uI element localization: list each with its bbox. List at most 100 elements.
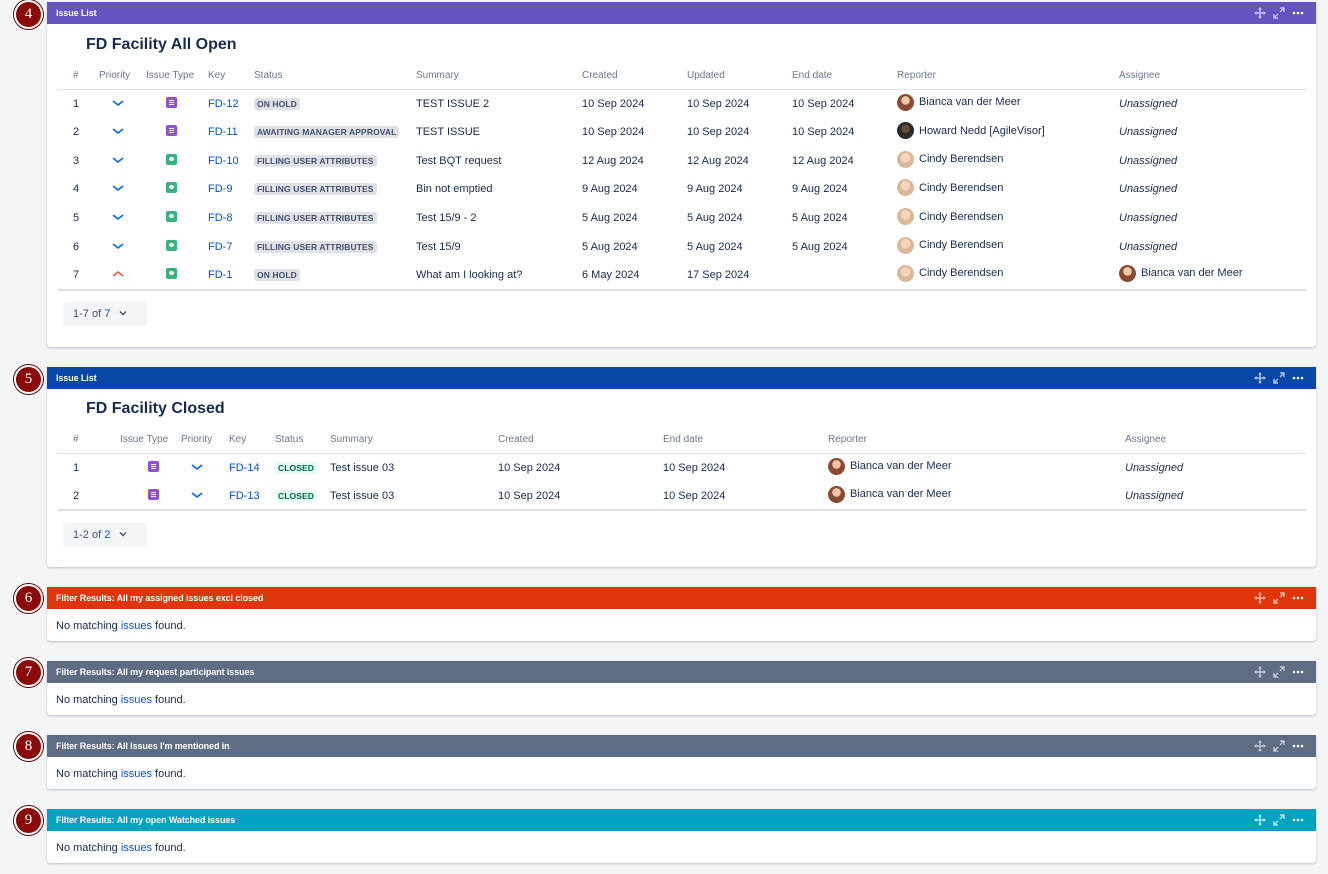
gadget-header[interactable]: Filter Results: All my open Watched issu… (47, 809, 1316, 831)
issues-link[interactable]: issues (121, 694, 152, 706)
column-header[interactable]: End date (792, 62, 897, 90)
reporter[interactable]: Bianca van der Meer (828, 485, 952, 503)
column-header[interactable]: # (57, 426, 120, 454)
issue-type-task-icon (166, 96, 177, 108)
issues-link[interactable]: issues (121, 768, 152, 780)
gadget-header[interactable]: Filter Results: All my assigned issues e… (47, 587, 1316, 609)
reporter[interactable]: Howard Nedd [AgileVisor] (897, 122, 1045, 140)
assignee[interactable]: Bianca van der Meer (1119, 264, 1243, 282)
row-number: 5 (73, 212, 80, 225)
gadget-header[interactable]: Issue List (47, 2, 1316, 24)
column-header[interactable]: Summary (416, 62, 582, 90)
reporter-cell: Cindy Berendsen (897, 261, 1119, 291)
issue-key-link[interactable]: FD-1 (208, 261, 254, 291)
column-header[interactable]: Created (582, 62, 687, 90)
reporter[interactable]: Bianca van der Meer (897, 93, 1021, 111)
avatar (897, 122, 914, 140)
table-row[interactable]: 2 FD-13 CLOSED Test issue 03 10 Sep 2024 10 S… (57, 481, 1306, 512)
issue-key-link[interactable]: FD-14 (229, 453, 275, 482)
column-header[interactable]: Status (275, 426, 330, 454)
more-icon[interactable] (1292, 666, 1304, 678)
summary: What am I looking at? (416, 261, 582, 291)
reporter[interactable]: Cindy Berendsen (897, 264, 1003, 282)
table-row[interactable]: 3 FD-10 FILLING USER ATTRIBUTES Test BQT re… (57, 146, 1306, 175)
more-icon[interactable] (1292, 7, 1304, 19)
column-header[interactable]: Reporter (828, 426, 1125, 454)
column-header[interactable]: End date (663, 426, 828, 454)
column-header[interactable]: Assignee (1119, 62, 1306, 90)
issue-key-link[interactable]: FD-7 (208, 232, 254, 261)
status-badge: FILLING USER ATTRIBUTES (254, 183, 377, 196)
column-header[interactable]: Priority (181, 426, 229, 454)
column-header[interactable]: # (57, 62, 99, 90)
issues-link[interactable]: issues (121, 620, 152, 632)
move-icon[interactable] (1254, 814, 1266, 826)
move-icon[interactable] (1254, 7, 1266, 19)
created-date: 10 Sep 2024 (498, 481, 663, 512)
reporter-cell: Bianca van der Meer (828, 481, 1125, 512)
issue-key-link[interactable]: FD-13 (229, 481, 275, 512)
status-cell: AWAITING MANAGER APPROVAL (254, 118, 416, 147)
reporter[interactable]: Bianca van der Meer (828, 457, 952, 475)
more-icon[interactable] (1292, 372, 1304, 384)
expand-icon[interactable] (1273, 740, 1285, 752)
move-icon[interactable] (1254, 740, 1266, 752)
table-row[interactable]: 1 FD-14 CLOSED Test issue 03 10 Sep 2024 10 S… (57, 453, 1306, 482)
column-header[interactable]: Issue Type (146, 62, 208, 90)
more-icon[interactable] (1292, 592, 1304, 604)
more-icon[interactable] (1292, 740, 1304, 752)
end-date: 10 Sep 2024 (792, 97, 855, 110)
reporter[interactable]: Cindy Berendsen (897, 236, 1003, 254)
column-header[interactable]: Status (254, 62, 416, 90)
priority-low-icon (112, 98, 124, 106)
gadget-header[interactable]: Filter Results: All my request participa… (47, 661, 1316, 683)
reporter[interactable]: Cindy Berendsen (897, 150, 1003, 168)
gadget-header[interactable]: Filter Results: All Issues I'm mentioned… (47, 735, 1316, 757)
table-row[interactable]: 7 FD-1 ON HOLD What am I looking at? 6 May 2… (57, 261, 1306, 291)
table-row[interactable]: 1 FD-12 ON HOLD TEST ISSUE 2 10 Sep 2024 10 S… (57, 89, 1306, 118)
table-row[interactable]: 5 FD-8 FILLING USER ATTRIBUTES Test 15/9 - … (57, 204, 1306, 233)
column-header[interactable]: Created (498, 426, 663, 454)
assignee: Unassigned (1119, 154, 1178, 167)
issue-key-link[interactable]: FD-10 (208, 146, 254, 175)
issues-link[interactable]: issues (121, 842, 152, 854)
column-header[interactable]: Key (208, 62, 254, 90)
priority-low-icon (112, 183, 124, 192)
move-icon[interactable] (1254, 372, 1266, 384)
pagination-dropdown[interactable]: 1-2 of 2 (63, 523, 147, 547)
priority-cell (99, 261, 146, 291)
reporter[interactable]: Cindy Berendsen (897, 179, 1003, 197)
issue-key-link[interactable]: FD-9 (208, 175, 254, 204)
column-header[interactable]: Assignee (1125, 426, 1306, 454)
column-header[interactable]: Key (229, 426, 275, 454)
row-number: 1 (73, 461, 80, 474)
gadget-header[interactable]: Issue List (47, 367, 1316, 389)
table-row[interactable]: 4 FD-9 FILLING USER ATTRIBUTES Bin not empt… (57, 175, 1306, 204)
expand-icon[interactable] (1273, 666, 1285, 678)
reporter[interactable]: Cindy Berendsen (897, 208, 1003, 226)
expand-icon[interactable] (1273, 372, 1285, 384)
move-icon[interactable] (1254, 666, 1266, 678)
column-header[interactable]: Priority (99, 62, 146, 90)
column-header[interactable]: Issue Type (120, 426, 181, 454)
status-badge: AWAITING MANAGER APPROVAL (254, 126, 400, 139)
table-row[interactable]: 2 FD-11 AWAITING MANAGER APPROVAL TEST ISSU… (57, 118, 1306, 147)
issue-key-link[interactable]: FD-8 (208, 204, 254, 233)
table-row[interactable]: 6 FD-7 FILLING USER ATTRIBUTES Test 15/9 5 A… (57, 232, 1306, 261)
gadget-tools (1254, 809, 1304, 831)
expand-icon[interactable] (1273, 7, 1285, 19)
move-icon[interactable] (1254, 592, 1266, 604)
issue-key-link[interactable]: FD-12 (208, 89, 254, 118)
priority-low-icon (191, 462, 203, 470)
pagination-dropdown[interactable]: 1-7 of 7 (63, 302, 147, 326)
column-header[interactable]: Summary (330, 426, 498, 454)
expand-icon[interactable] (1273, 814, 1285, 826)
avatar (897, 179, 914, 197)
issue-table: # Priority Issue Type Key Status Summary… (57, 62, 1306, 291)
column-header[interactable]: Reporter (897, 62, 1119, 90)
column-header[interactable]: Updated (687, 62, 792, 90)
expand-icon[interactable] (1273, 592, 1285, 604)
row-number: 7 (57, 261, 99, 291)
issue-key-link[interactable]: FD-11 (208, 118, 254, 147)
more-icon[interactable] (1292, 814, 1304, 826)
